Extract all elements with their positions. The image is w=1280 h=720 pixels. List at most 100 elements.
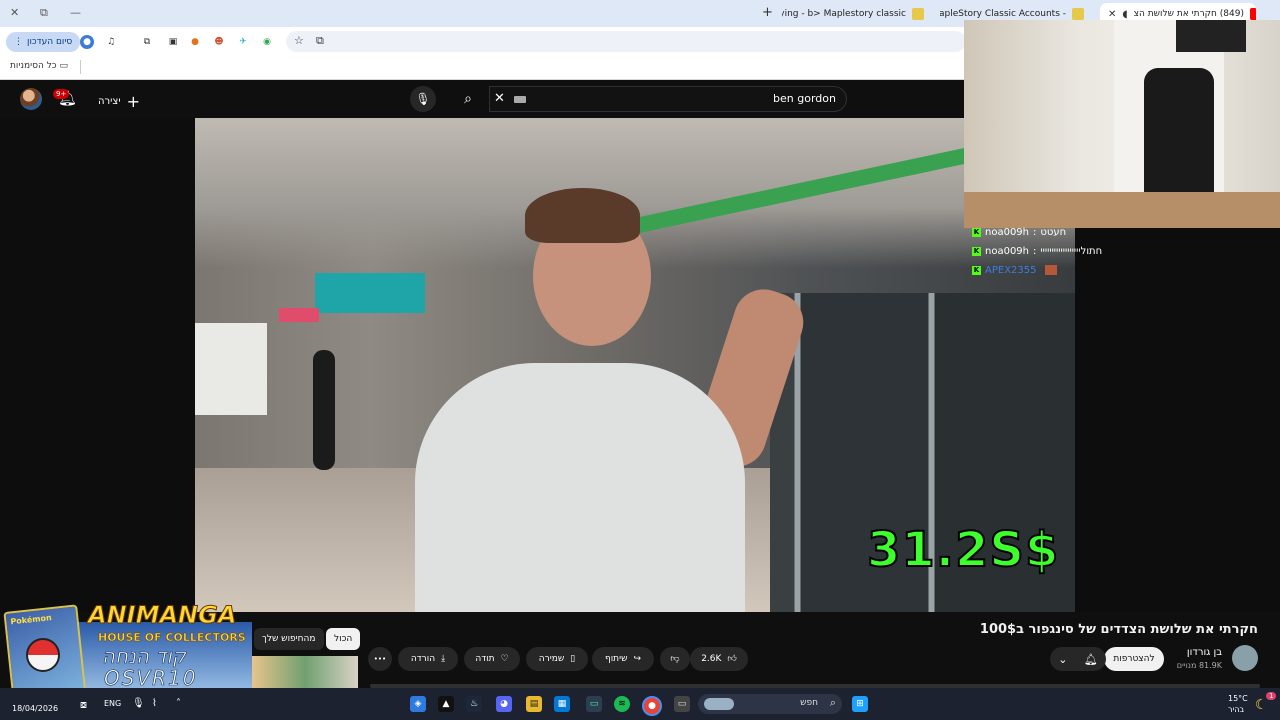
profile-icon[interactable]: ●	[80, 35, 94, 49]
subscribed-bell-button[interactable]: ⌄ 🔔︎	[1050, 647, 1106, 671]
site-favicon-icon	[912, 8, 924, 20]
chat-username: noa009h	[985, 226, 1030, 238]
taskbar-capcut-icon[interactable]: ▲	[438, 696, 454, 712]
create-button[interactable]: יצירה +	[98, 92, 140, 111]
account-avatar[interactable]	[20, 88, 42, 110]
channel-name[interactable]: בן גורדון	[1187, 647, 1222, 658]
taskbar-search[interactable]: חפש ⌕	[698, 694, 842, 714]
search-input[interactable]: ✕ ben gordon	[489, 86, 847, 112]
extension-face-icon[interactable]: ☻	[212, 35, 226, 49]
chat-message: K APEX2355	[972, 263, 1057, 277]
streamer-webcam	[964, 20, 1280, 228]
like-button[interactable]: 2.6K 👍︎	[690, 647, 748, 671]
create-label: יצירה	[98, 96, 121, 107]
scene-way-out-sign	[315, 273, 425, 313]
address-bar[interactable]: ☆ ⧉	[286, 31, 966, 52]
chat-message: K noa009h : חעטט	[972, 226, 1067, 238]
close-window-icon[interactable]: ✕	[10, 6, 19, 19]
dislike-button[interactable]: 👎︎	[660, 647, 690, 671]
extension-fox-icon[interactable]: ●	[188, 35, 202, 49]
chat-text: חעטט	[1040, 226, 1067, 238]
video-frame[interactable]: 31.2S$	[195, 118, 1075, 612]
chip-all[interactable]: הכול	[326, 628, 361, 650]
ad-tagline: HOUSE OF COLLECTORS	[98, 631, 246, 645]
subscriber-count: 81.9K מנויים	[1176, 661, 1222, 670]
search-icon: ⌕	[829, 696, 836, 709]
all-bookmarks-link[interactable]: כל הסימניות ▭	[10, 61, 68, 71]
all-bookmarks-label: כל הסימניות	[10, 61, 57, 71]
voice-search-mic-icon[interactable]: 🎙︎	[410, 86, 436, 112]
channel-avatar[interactable]	[1232, 645, 1258, 671]
recommended-thumbnail[interactable]	[252, 656, 358, 688]
extensions-puzzle-icon[interactable]: ⧉	[140, 35, 154, 49]
chip-from-search[interactable]: מהחיפוש שלך	[254, 628, 324, 650]
search-button[interactable]: ⌕	[447, 86, 489, 112]
taskbar-app-icon[interactable]: ◈	[410, 696, 426, 712]
taskbar-notes-icon[interactable]: ▤	[526, 696, 542, 712]
card-logo-text: Pokémon	[9, 613, 53, 627]
join-button[interactable]: להצטרפות	[1104, 647, 1164, 671]
weather-condition[interactable]: בהיר	[1228, 705, 1244, 714]
taskbar-spotify-icon[interactable]: ≋	[614, 696, 630, 712]
tab-title: MapleStory Classic Accounts -	[940, 9, 1066, 19]
tab-buying-maplestory[interactable]: Buying - b> Maplestory classic ✕	[782, 3, 938, 25]
download-button[interactable]: הורדה ⤓	[398, 647, 458, 671]
share-button[interactable]: שיתוף ↪	[592, 647, 654, 671]
extension-box-icon[interactable]: ▣	[166, 35, 180, 49]
minimize-window-icon[interactable]: —	[70, 6, 81, 19]
close-tab-icon[interactable]: ✕	[1108, 9, 1116, 20]
bookmark-star-icon[interactable]: ☆	[294, 34, 304, 47]
tray-language[interactable]: ENG	[104, 699, 121, 708]
save-button[interactable]: שמירה ▯	[526, 647, 588, 671]
thanks-heart-icon: ♡	[500, 654, 509, 664]
restore-window-icon[interactable]: ⧉	[40, 6, 48, 20]
install-app-icon[interactable]: ⧉	[316, 34, 324, 48]
tab-title: (849) חקרתי את שלושת הצ	[1133, 9, 1244, 19]
new-tab-button[interactable]: +	[762, 5, 773, 20]
taskbar-apps-grid-icon[interactable]: ▦	[554, 696, 570, 712]
tab-title: Buying - b> Maplestory classic	[782, 9, 906, 19]
kick-badge-icon: K	[972, 227, 981, 237]
thanks-label: תודה	[475, 654, 495, 664]
ad-code-label: קוד הנחה	[102, 644, 187, 669]
keyboard-icon[interactable]	[514, 96, 526, 103]
save-label: שמירה	[538, 654, 565, 664]
sponsor-ad-overlay: Pokémon ANIMANGA HOUSE OF COLLECTORS קוד…	[0, 600, 252, 704]
taskbar-chrome-icon[interactable]: ●	[642, 696, 662, 716]
chat-text: חתוליייייייייייייייייי	[1040, 245, 1103, 257]
search-query-text: ben gordon	[773, 92, 836, 105]
taskbar-terminal-icon[interactable]: ▭	[586, 696, 602, 712]
tray-wifi-icon[interactable]: ⌇	[152, 698, 157, 709]
search-highlight-image	[704, 698, 734, 710]
tray-mic-icon[interactable]: 🎙︎	[132, 698, 145, 709]
youtube-favicon-icon	[1250, 8, 1256, 20]
video-title: חקרתי את שלושת הצדדים של סינגפור ב100$	[979, 622, 1258, 637]
extension-translate-icon[interactable]: ✈	[236, 35, 250, 49]
more-vert-icon: ⋮	[14, 37, 23, 47]
tray-network-icon[interactable]: ⧇	[80, 698, 87, 712]
bookmarks-divider	[80, 60, 81, 74]
end-session-button[interactable]: ⋮ סיום העדכון	[6, 32, 81, 52]
taskbar-discord-icon[interactable]: ◕	[496, 696, 512, 712]
kick-badge-icon: K	[972, 265, 981, 275]
share-arrow-icon: ↪	[633, 654, 642, 664]
weather-moon-icon[interactable]: ☾	[1255, 697, 1268, 713]
audio-icon[interactable]: ◖	[1122, 9, 1127, 20]
taskbar-date[interactable]: 18/04/2026	[12, 704, 58, 713]
taskbar-search-label: חפש	[800, 698, 818, 708]
windows-start-icon[interactable]: ⊞	[852, 696, 868, 712]
taskbar-steam-icon[interactable]: ♨	[466, 696, 482, 712]
scene-emergency-sign	[279, 308, 319, 322]
thumbs-up-icon: 👍︎	[727, 654, 737, 664]
extension-green-icon[interactable]: ◉	[260, 35, 274, 49]
taskbar-taskview-icon[interactable]: ▭	[674, 696, 690, 712]
more-actions-button[interactable]: •••	[368, 647, 392, 671]
media-control-icon[interactable]: ♫	[104, 35, 118, 49]
video-price-overlay: 31.2S$	[866, 521, 1060, 579]
tray-chevron-up-icon[interactable]: ˄	[176, 698, 181, 709]
thanks-button[interactable]: תודה ♡	[464, 647, 520, 671]
clear-search-icon[interactable]: ✕	[494, 91, 505, 106]
chat-emote-icon	[1044, 265, 1057, 275]
bookmark-icon: ▯	[570, 654, 576, 664]
weather-temperature[interactable]: 15°C	[1228, 694, 1248, 703]
